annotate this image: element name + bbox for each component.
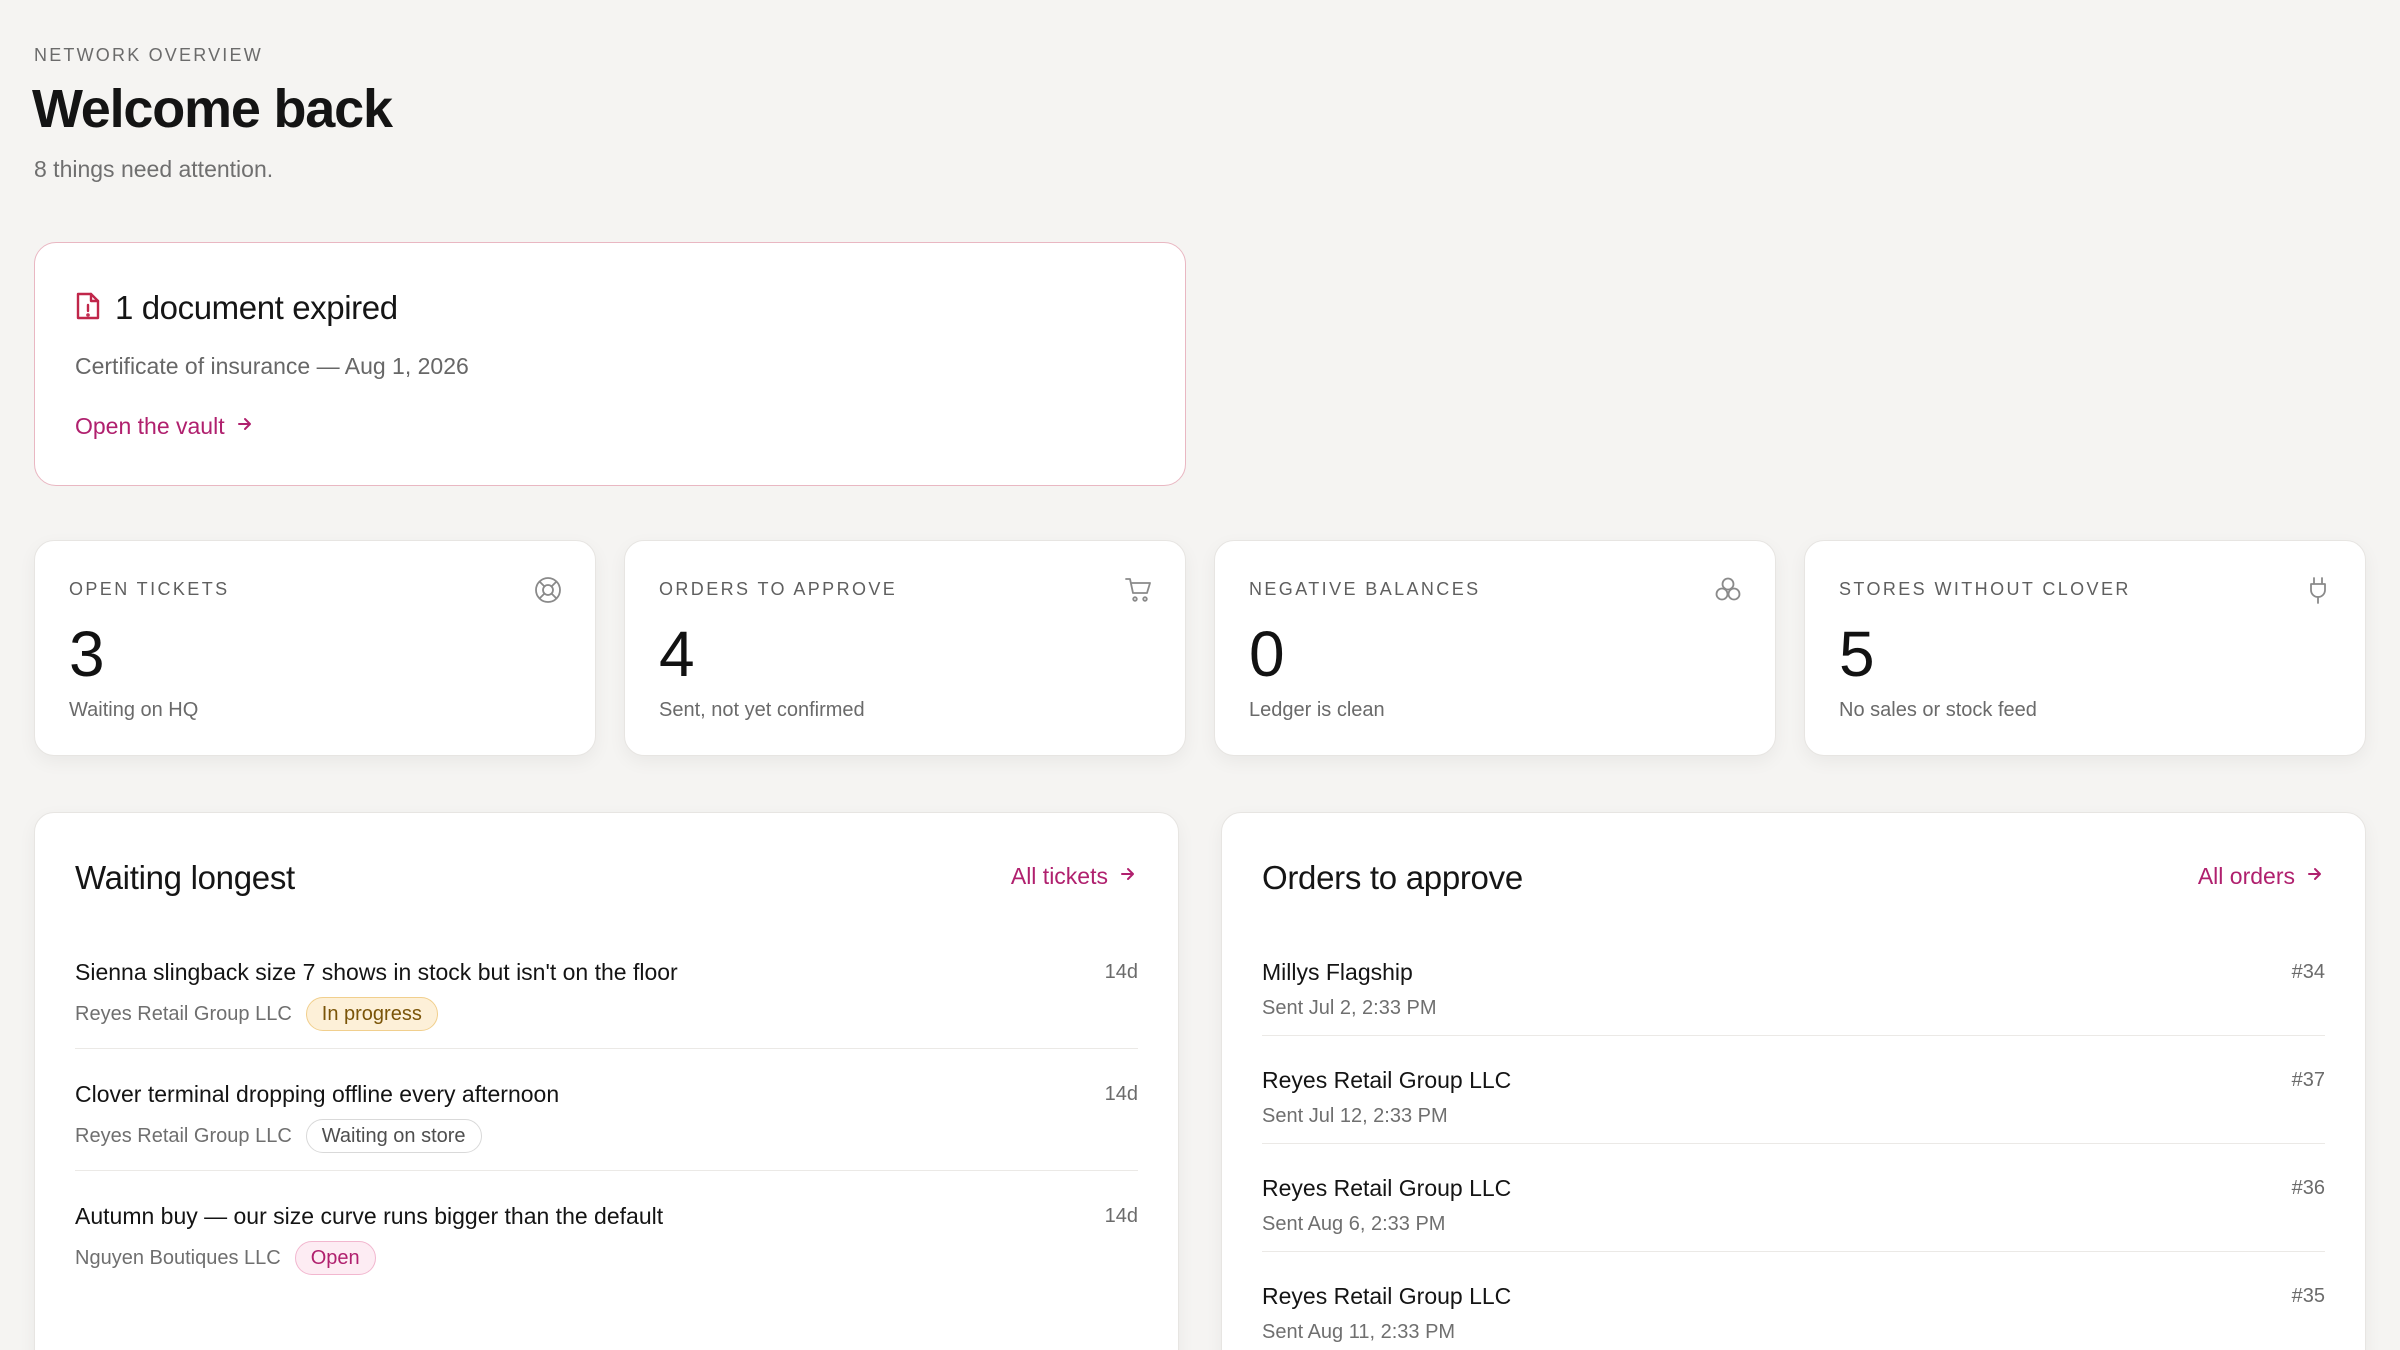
order-number: #34 — [2291, 961, 2325, 983]
stat-card-orders-to-approve[interactable]: ORDERS TO APPROVE 4 Sent, not yet confir… — [624, 540, 1186, 756]
order-row[interactable]: Reyes Retail Group LLC #35 Sent Aug 11, … — [1262, 1273, 2325, 1350]
arrow-right-icon — [1118, 863, 1138, 890]
stat-label: ORDERS TO APPROVE — [659, 579, 898, 599]
page-subtitle: 8 things need attention. — [34, 156, 274, 182]
status-badge: Open — [294, 1241, 376, 1275]
alert-title: 1 document expired — [115, 289, 398, 326]
order-row[interactable]: Reyes Retail Group LLC #37 Sent Jul 12, … — [1262, 1057, 2325, 1165]
ticket-meta: Nguyen Boutiques LLC Open — [75, 1241, 376, 1275]
order-number: #36 — [2291, 1177, 2325, 1199]
document-alert-icon — [75, 291, 101, 326]
ticket-title: Autumn buy — our size curve runs bigger … — [75, 1203, 664, 1229]
order-number: #37 — [2291, 1069, 2325, 1091]
overview-page: NETWORK OVERVIEW Welcome back 8 things n… — [0, 0, 2400, 1350]
order-store: Millys Flagship — [1262, 959, 1413, 985]
order-sent-time: Sent Aug 11, 2:33 PM — [1262, 1321, 1456, 1343]
stat-note: Ledger is clean — [1249, 699, 1385, 721]
stat-label: STORES WITHOUT CLOVER — [1839, 579, 2131, 599]
divider — [1262, 1035, 2325, 1036]
order-number: #35 — [2291, 1285, 2325, 1307]
divider — [75, 1170, 1138, 1171]
order-sent-time: Sent Jul 12, 2:33 PM — [1262, 1105, 1448, 1127]
all-tickets-link[interactable]: All tickets — [1011, 863, 1138, 890]
order-row[interactable]: Reyes Retail Group LLC #36 Sent Aug 6, 2… — [1262, 1165, 2325, 1273]
stat-card-open-tickets[interactable]: OPEN TICKETS 3 Waiting on HQ — [34, 540, 596, 756]
divider — [75, 1048, 1138, 1049]
stat-label: NEGATIVE BALANCES — [1249, 579, 1481, 599]
panel-title: Waiting longest — [75, 859, 295, 896]
ticket-age: 14d — [1104, 1205, 1138, 1227]
open-vault-label: Open the vault — [75, 413, 225, 439]
coins-icon — [1713, 575, 1743, 605]
arrow-right-icon — [235, 413, 255, 440]
divider — [1262, 1251, 2325, 1252]
ticket-store: Reyes Retail Group LLC — [75, 1002, 292, 1025]
divider — [1262, 1143, 2325, 1144]
status-badge: Waiting on store — [305, 1119, 482, 1153]
order-row[interactable]: Millys Flagship #34 Sent Jul 2, 2:33 PM — [1262, 949, 2325, 1057]
ticket-meta: Reyes Retail Group LLC Waiting on store — [75, 1119, 482, 1153]
arrow-right-icon — [2305, 863, 2325, 890]
page-eyebrow: NETWORK OVERVIEW — [34, 45, 263, 65]
ticket-row[interactable]: Clover terminal dropping offline every a… — [75, 1071, 1138, 1193]
expired-document-alert: 1 document expired Certificate of insura… — [34, 242, 1186, 486]
alert-header: 1 document expired — [75, 289, 398, 327]
ticket-title: Sienna slingback size 7 shows in stock b… — [75, 959, 678, 985]
all-orders-label: All orders — [2197, 863, 2295, 889]
ticket-age: 14d — [1104, 1083, 1138, 1105]
stat-value: 0 — [1249, 618, 1285, 690]
ticket-row[interactable]: Sienna slingback size 7 shows in stock b… — [75, 949, 1138, 1071]
ticket-title: Clover terminal dropping offline every a… — [75, 1081, 560, 1107]
ticket-store: Reyes Retail Group LLC — [75, 1124, 292, 1147]
panel-title: Orders to approve — [1262, 859, 1523, 896]
status-badge: In progress — [305, 997, 438, 1031]
orders-to-approve-panel: Orders to approve All orders Millys Flag… — [1221, 812, 2366, 1350]
stat-card-stores-without-clover[interactable]: STORES WITHOUT CLOVER 5 No sales or stoc… — [1804, 540, 2366, 756]
all-orders-link[interactable]: All orders — [2198, 863, 2325, 890]
waiting-longest-panel: Waiting longest All tickets Sienna sling… — [34, 812, 1179, 1350]
lifebuoy-icon — [533, 575, 563, 605]
page-title: Welcome back — [32, 79, 393, 139]
ticket-store: Nguyen Boutiques LLC — [75, 1246, 281, 1269]
stat-value: 5 — [1839, 618, 1875, 690]
cart-icon — [1123, 575, 1153, 605]
all-tickets-label: All tickets — [1010, 863, 1108, 889]
ticket-age: 14d — [1104, 961, 1138, 983]
order-store: Reyes Retail Group LLC — [1262, 1067, 1512, 1093]
stat-value: 3 — [69, 618, 105, 690]
open-vault-link[interactable]: Open the vault — [75, 413, 255, 440]
order-sent-time: Sent Aug 6, 2:33 PM — [1262, 1213, 1446, 1235]
order-store: Reyes Retail Group LLC — [1262, 1175, 1512, 1201]
plug-icon — [2303, 575, 2333, 605]
order-sent-time: Sent Jul 2, 2:33 PM — [1262, 997, 1437, 1019]
stat-note: No sales or stock feed — [1839, 699, 2037, 721]
alert-description: Certificate of insurance — Aug 1, 2026 — [75, 353, 469, 379]
stat-label: OPEN TICKETS — [69, 579, 230, 599]
ticket-row[interactable]: Autumn buy — our size curve runs bigger … — [75, 1193, 1138, 1315]
ticket-meta: Reyes Retail Group LLC In progress — [75, 997, 438, 1031]
order-store: Reyes Retail Group LLC — [1262, 1283, 1512, 1309]
stat-note: Waiting on HQ — [69, 699, 199, 721]
stat-value: 4 — [659, 618, 695, 690]
stat-note: Sent, not yet confirmed — [659, 699, 865, 721]
stat-card-negative-balances[interactable]: NEGATIVE BALANCES 0 Ledger is clean — [1214, 540, 1776, 756]
